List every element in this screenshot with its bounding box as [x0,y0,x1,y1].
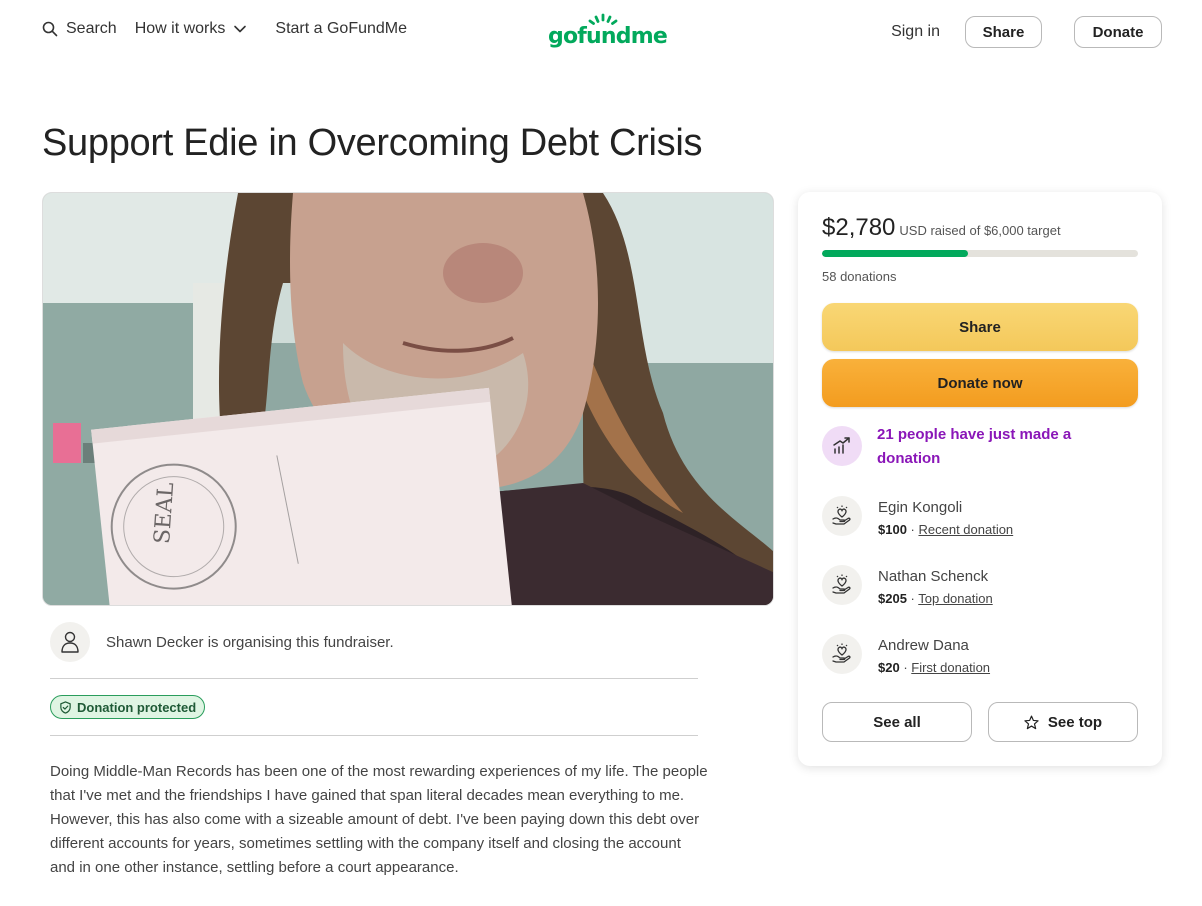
nav-right: Sign in Share Donate [891,16,1162,48]
donor-amount: $20 [878,660,900,675]
recent-donation-link[interactable]: Recent donation [918,522,1013,537]
donor-item: Nathan Schenck $205 · Top donation [822,565,993,606]
sign-in-link[interactable]: Sign in [891,23,940,41]
divider [50,735,698,736]
amount-raised-line: $2,780 USD raised of $6,000 target [822,214,1061,242]
gofundme-logo[interactable]: gofundme [548,13,668,54]
donor-name: Andrew Dana [878,637,969,654]
donor-name: Egin Kongoli [878,499,963,516]
donor-item: Andrew Dana $20 · First donation [822,634,990,675]
search-link[interactable]: Search [42,20,117,38]
start-gofundme-link[interactable]: Start a GoFundMe [275,20,407,38]
logo-text: gofundme [548,24,668,49]
how-it-works-menu[interactable]: How it works [135,20,248,38]
heart-hand-icon [832,574,851,594]
chevron-down-icon [234,25,247,33]
organiser-text: Shawn Decker is organising this fundrais… [106,633,394,651]
divider [50,678,698,679]
donations-count: 58 donations [822,269,897,284]
donor-item: Egin Kongoli $100 · Recent donation [822,496,1013,537]
campaign-story: Doing Middle-Man Records has been one of… [50,763,708,876]
donor-name: Nathan Schenck [878,568,989,585]
donor-meta: $20 · First donation [878,660,991,675]
nav-left: Search How it works Start a GoFundMe [42,20,407,38]
see-top-button[interactable]: See top [988,702,1138,742]
campaign-hero-image[interactable]: SEAL [42,192,774,606]
donation-card: $2,780 USD raised of $6,000 target 58 do… [798,192,1162,766]
trending-notice: 21 people have just made a donation [822,426,1097,471]
donor-meta: $100 · Recent donation [878,522,1014,537]
top-donation-link[interactable]: Top donation [918,591,992,606]
header-donate-button[interactable]: Donate [1074,16,1162,48]
star-icon [1024,715,1039,729]
hero-photo: SEAL [43,193,773,605]
campaign-title: Support Edie in Overcoming Debt Crisis [42,122,703,164]
search-icon [42,21,58,37]
share-button[interactable]: Share [822,303,1138,351]
organiser-row: Shawn Decker is organising this fundrais… [50,622,394,662]
amount-raised: $2,780 [822,214,896,241]
see-all-button[interactable]: See all [822,702,972,742]
header-share-button[interactable]: Share [965,16,1042,48]
shield-check-icon [60,700,71,714]
donor-amount: $205 [878,591,907,606]
search-label: Search [66,20,117,37]
trending-text: 21 people have just made a donation [877,426,1072,467]
organiser-avatar [50,622,90,662]
heart-hand-icon [832,505,851,525]
progress-fill [822,250,969,257]
donor-icon-circle [822,634,862,674]
trending-up-icon [833,437,850,454]
donation-protected-label: Donation protected [77,699,197,715]
donor-amount: $100 [878,522,907,537]
site-header: Search How it works Start a GoFundMe gof… [0,0,1202,64]
donor-icon-circle [822,496,862,536]
heart-hand-icon [832,643,851,663]
first-donation-link[interactable]: First donation [911,660,990,675]
donate-now-button[interactable]: Donate now [822,359,1138,407]
how-it-works-label: How it works [134,20,226,37]
person-icon [61,631,79,653]
amount-target: USD raised of $6,000 target [899,223,1061,238]
trending-icon-circle [822,426,862,466]
donor-meta: $205 · Top donation [878,591,993,606]
donation-protected-badge[interactable]: Donation protected [50,695,206,719]
see-top-label: See top [1047,713,1103,731]
progress-bar [822,250,1138,257]
donor-icon-circle [822,565,862,605]
start-gofundme-label: Start a GoFundMe [275,20,408,37]
book-seal-text: SEAL [150,481,179,545]
